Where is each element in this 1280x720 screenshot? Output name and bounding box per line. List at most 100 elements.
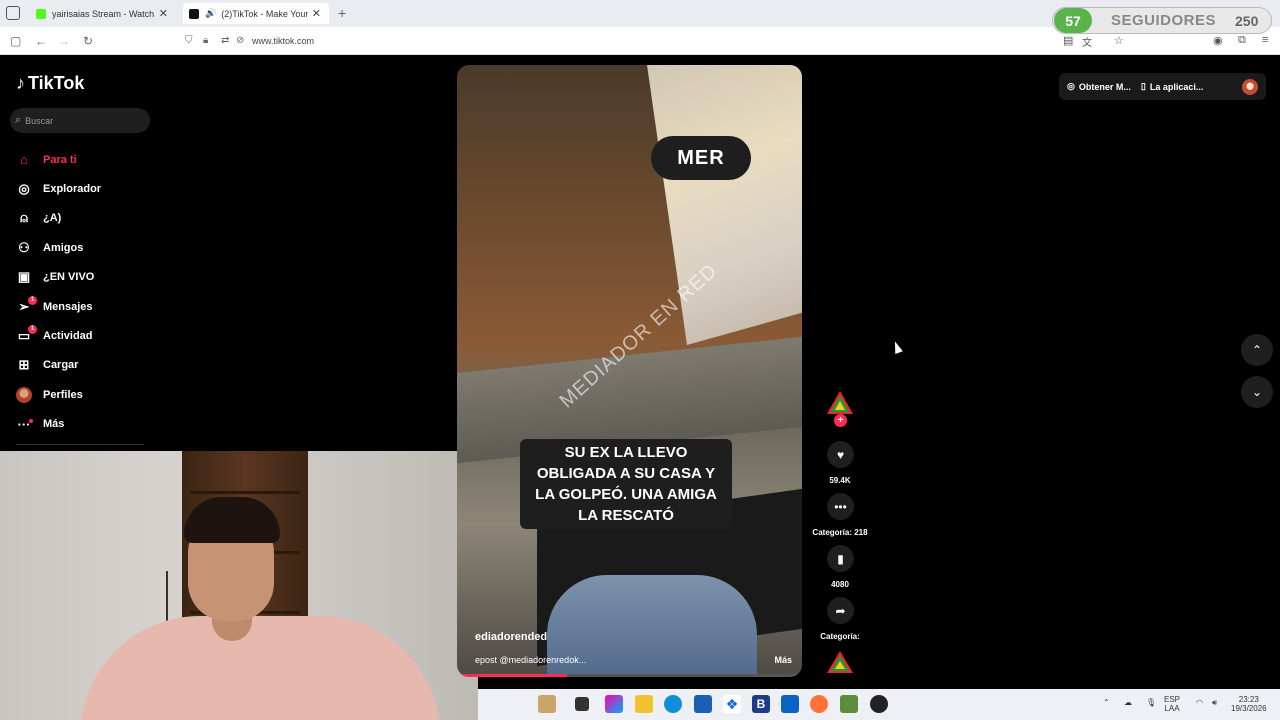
new-tab-icon[interactable]: + xyxy=(338,5,346,21)
nav-label: ¿A) xyxy=(43,212,62,225)
bookmark-star-icon[interactable]: ☆ xyxy=(1114,34,1124,47)
dropbox-icon[interactable]: ❖ xyxy=(723,695,741,713)
video-player[interactable]: MER MEDIADOR EN RED SU EX LA LLEVO OBLIG… xyxy=(457,65,802,677)
get-coins-label: Obtener M... xyxy=(1078,81,1131,92)
sound-disc-icon[interactable] xyxy=(826,650,854,674)
like-button[interactable]: ♥ xyxy=(827,441,854,468)
nav-item-mas[interactable]: ··· Más xyxy=(16,410,156,439)
tab-title: (2)TikTok - Make Your Day xyxy=(221,8,308,19)
nav-label: Mensajes xyxy=(43,300,93,313)
extensions-icon[interactable]: ⧉ xyxy=(1238,34,1246,47)
followers-count: 57 xyxy=(1054,8,1092,33)
menu-icon[interactable]: ≡ xyxy=(1262,34,1268,46)
nav-label: Cargar xyxy=(43,359,79,372)
clock-date: 19/3/2026 xyxy=(1231,704,1267,713)
volume-icon[interactable]: 🔊︎ xyxy=(1212,698,1217,707)
sidebar-divider xyxy=(16,444,144,445)
profile-avatar-wrap xyxy=(16,386,32,403)
nav-item-actividad[interactable]: ▭ 1 Actividad xyxy=(16,321,156,350)
nav-item-cargar[interactable]: ⊞ Cargar xyxy=(16,351,156,380)
comments-label: Categoría: 218 xyxy=(812,528,868,537)
reader-icon[interactable]: ▤ xyxy=(1063,34,1073,47)
share-icon: ➦ xyxy=(835,603,846,618)
sidebar-toggle-icon[interactable]: ▢ xyxy=(10,34,21,48)
file-explorer-icon[interactable] xyxy=(635,695,653,713)
save-button[interactable]: ▮ xyxy=(827,545,854,572)
tiktok-logo[interactable]: ♪ TikTok xyxy=(16,73,84,94)
comment-button[interactable]: ••• xyxy=(827,493,854,520)
video-description: epost @mediadorenredok... xyxy=(475,655,587,665)
minecraft-icon[interactable] xyxy=(840,695,858,713)
video-sticker: MER xyxy=(651,136,751,180)
translate-icon[interactable]: 文 xyxy=(1082,34,1092,49)
top-actions-bar: ◎ Obtener M... ▯ La aplicaci... xyxy=(1059,73,1266,100)
tiktok-favicon-icon xyxy=(189,8,199,19)
follow-plus-icon[interactable]: + xyxy=(834,414,847,427)
firefox-icon[interactable] xyxy=(810,695,828,713)
outlook-icon[interactable] xyxy=(781,695,799,713)
back-icon[interactable]: ← xyxy=(35,34,47,48)
get-coins-button[interactable]: ◎ Obtener M... xyxy=(1067,81,1131,92)
wifi-icon[interactable]: ◠ xyxy=(1196,698,1203,707)
nav-label: Para ti xyxy=(43,153,77,166)
tab-overview-icon[interactable] xyxy=(6,6,20,20)
speaker-icon[interactable]: 🔊 xyxy=(205,8,216,19)
nav-item-perfiles[interactable]: Perfiles xyxy=(16,380,156,409)
video-progress-fill xyxy=(457,674,568,677)
creator-avatar[interactable]: + xyxy=(826,390,854,427)
forward-icon[interactable]: → xyxy=(58,34,70,48)
reload-icon[interactable]: ↻ xyxy=(83,34,93,48)
url-field[interactable]: www.tiktok.com xyxy=(252,36,314,46)
mic-tray-icon[interactable]: 🎙︎ xyxy=(1146,698,1156,707)
search-box[interactable]: ⌕ xyxy=(10,108,150,133)
saves-count: 4080 xyxy=(831,580,849,589)
profile-avatar xyxy=(16,386,32,403)
bookmark-icon: ▮ xyxy=(837,551,844,566)
next-video-button[interactable]: ⌄ xyxy=(1241,376,1273,408)
permissions-icon[interactable]: ⇄ xyxy=(221,34,229,48)
nav-item-para-ti[interactable]: ⌂ Para ti xyxy=(16,145,156,174)
nav-label: Actividad xyxy=(43,330,93,343)
nav-item-following[interactable]: ⍝ ¿A) xyxy=(16,204,156,233)
store-icon[interactable] xyxy=(694,695,712,713)
lock-icon[interactable]: 🔒︎ xyxy=(203,34,208,48)
nav-item-en-vivo[interactable]: ▣ ¿EN VIVO xyxy=(16,263,156,292)
get-app-button[interactable]: ▯ La aplicaci... xyxy=(1141,81,1203,92)
get-app-label: La aplicaci... xyxy=(1149,81,1204,92)
video-author[interactable]: ediadorended xyxy=(475,631,547,643)
search-input[interactable] xyxy=(25,115,126,126)
nav-label: Más xyxy=(43,418,65,431)
nav-item-explorador[interactable]: ◎ Explorador xyxy=(16,174,156,203)
likes-count: 59.4K xyxy=(829,476,851,485)
phone-icon: ▯ xyxy=(1140,81,1146,91)
close-tab-icon[interactable]: ✕ xyxy=(312,7,321,20)
edge-icon[interactable] xyxy=(664,695,682,713)
language-indicator[interactable]: ESP LAA xyxy=(1164,695,1180,713)
kick-favicon-icon xyxy=(36,8,46,19)
shield-icon[interactable]: ⛉ xyxy=(185,34,193,48)
clock-time: 23:23 xyxy=(1238,695,1259,704)
task-view-icon[interactable] xyxy=(575,697,589,711)
browser-tab-kick[interactable]: yairisaias Stream - Watch Live o ✕ xyxy=(30,3,176,24)
video-progress-bar[interactable] xyxy=(457,674,802,677)
profile-avatar[interactable] xyxy=(1242,78,1258,95)
close-tab-icon[interactable]: ✕ xyxy=(159,7,168,20)
weather-widget-icon[interactable] xyxy=(538,695,556,713)
video-more-link[interactable]: Más xyxy=(774,655,792,665)
autoplay-icon[interactable]: ⊘ xyxy=(236,34,244,48)
nav-item-mensajes[interactable]: ➢ 1 Mensajes xyxy=(16,292,156,321)
nav-item-amigos[interactable]: ⚇ Amigos xyxy=(16,233,156,262)
account-icon[interactable]: ◉ xyxy=(1213,34,1223,47)
chevron-up-icon: ⌃ xyxy=(1251,343,1263,357)
network-tray-icon[interactable]: ☁ xyxy=(1124,698,1132,707)
copilot-icon[interactable] xyxy=(605,695,623,713)
followers-goal-overlay: 57 SEGUIDORES 250 xyxy=(1052,7,1272,34)
share-button[interactable]: ➦ xyxy=(827,597,854,624)
obs-icon[interactable] xyxy=(870,695,888,713)
browser-tab-tiktok[interactable]: 🔊 (2)TikTok - Make Your Day ✕ xyxy=(183,3,329,24)
bold-app-icon[interactable]: B xyxy=(752,695,770,713)
friends-icon: ⚇ xyxy=(18,239,30,255)
previous-video-button[interactable]: ⌃ xyxy=(1241,334,1273,366)
clock[interactable]: 23:23 19/3/2026 xyxy=(1231,695,1267,713)
tray-chevron-icon[interactable]: ⌃ xyxy=(1103,698,1110,707)
